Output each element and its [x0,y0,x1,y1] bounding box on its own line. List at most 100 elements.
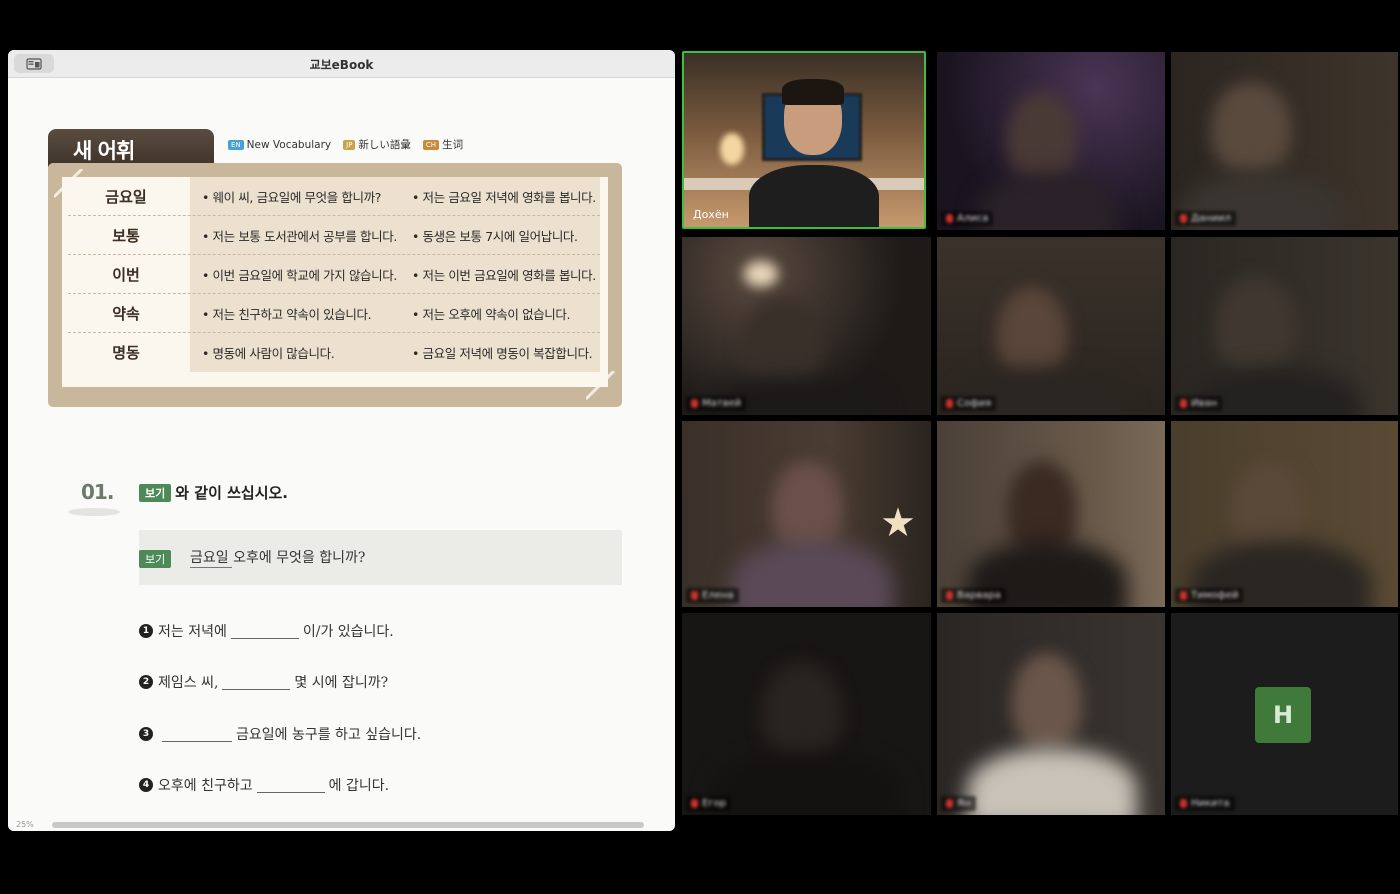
vocab-table: 금요일 • 웨이 씨, 금요일에 무엇을 합니까? • 저는 금요일 저녁에 영… [62,177,608,387]
legend-ch: CH 生词 [422,137,464,152]
video-tile[interactable]: София [937,237,1165,415]
question-2: 2 제임스 씨, 몇 시에 잡니까? [139,672,388,692]
question-text-after: 몇 시에 잡니까? [294,675,389,691]
mic-muted-icon [1180,591,1187,600]
answer-blank[interactable] [256,777,325,793]
mic-muted-icon [946,591,953,600]
participant-avatar: H [1255,687,1311,743]
participant-name: София [941,396,997,411]
participant-name: Даниил [1175,211,1236,226]
vocab-example: • 금요일 저녁에 명동이 복잡합니다. [412,346,593,361]
vocab-row: 보통 • 저는 보통 도서관에서 공부를 합니다. • 동생은 보통 7시에 일… [62,216,608,255]
mic-muted-icon [946,214,953,223]
video-tile[interactable]: Тимофей [1171,421,1398,607]
video-tile[interactable]: Матвей [682,237,931,415]
vocab-example: • 동생은 보통 7시에 일어납니다. [412,229,578,244]
mic-muted-icon [1180,399,1187,408]
vocab-example: • 저는 오후에 약속이 없습니다. [412,307,571,322]
exercise-number-shadow [68,508,120,516]
exercise-instruction: 보기 와 같이 쓰십시오. [139,482,288,503]
example-badge: 보기 [139,550,172,568]
mic-muted-icon [691,799,698,808]
mic-muted-icon [1180,799,1187,808]
participant-name: Ян [941,796,976,811]
question-3: 3 금요일에 농구를 하고 싶습니다. [139,724,421,744]
legend-en: EN New Vocabulary [228,139,331,151]
legend-en-label: New Vocabulary [246,138,332,151]
question-number: 4 [139,778,153,792]
mic-muted-icon [691,591,698,600]
mic-muted-icon [946,799,953,808]
example-badge: 보기 [139,483,172,502]
participant-name: Алиса [941,211,994,226]
question-number: 2 [139,675,153,689]
ebook-titlebar: 교보eBook [8,50,675,78]
vocab-table-frame: 금요일 • 웨이 씨, 금요일에 무엇을 합니까? • 저는 금요일 저녁에 영… [48,163,622,407]
vocab-header-label: 새 어휘 [73,139,135,163]
video-tile[interactable]: H Никита [1171,613,1398,815]
question-text-before: 오후에 친구하고 [158,778,253,794]
instruction-text: 와 같이 쓰십시오. [175,484,288,502]
vocab-example: • 웨이 씨, 금요일에 무엇을 합니까? [202,190,381,205]
answer-blank[interactable] [230,623,299,639]
vocab-example: • 저는 친구하고 약속이 있습니다. [202,307,372,322]
question-text-after: 금요일에 농구를 하고 싶습니다. [236,727,422,743]
question-1: 1 저는 저녁에 이/가 있습니다. [139,621,394,641]
mic-muted-icon [691,399,698,408]
example-box: 보기 금요일 오후에 무엇을 합니까? [139,530,622,585]
language-legend: EN New Vocabulary JP 新しい語彙 CH 生词 [228,137,469,152]
exercise-number: 01. [81,480,114,504]
participant-name: Варвара [941,588,1006,603]
video-tile[interactable]: Алиса [937,52,1165,230]
ebook-page: 새 어휘 EN New Vocabulary JP 新しい語彙 CH 生词 금요… [8,78,675,831]
question-number: 1 [139,624,153,638]
question-number: 3 [139,727,153,741]
video-tile-host[interactable]: Дохён [682,51,926,229]
legend-ch-label: 生词 [442,139,464,151]
ebook-window: 교보eBook 새 어휘 EN New Vocabulary JP 新しい語彙 … [8,50,675,831]
video-tile[interactable]: Даниил [1171,52,1398,230]
participant-name: Дохён [693,208,729,221]
vocab-row: 이번 • 이번 금요일에 학교에 가지 않습니다. • 저는 이번 금요일에 영… [62,255,608,294]
example-underline [190,567,232,568]
video-tile[interactable]: Иван [1171,237,1398,415]
video-tile[interactable]: Елена [682,421,931,607]
participant-name: Тимофей [1175,588,1244,603]
participant-name: Егор [686,796,732,811]
vocab-word: 이번 [112,266,140,284]
vocab-word: 금요일 [105,188,147,206]
vocab-row: 금요일 • 웨이 씨, 금요일에 무엇을 합니까? • 저는 금요일 저녁에 영… [62,177,608,216]
video-tile[interactable]: Егор [682,613,931,815]
legend-ch-badge: CH [422,139,440,150]
video-tile[interactable]: Варвара [937,421,1165,607]
vocab-example: • 저는 이번 금요일에 영화를 봅니다. [412,268,596,283]
participant-name: Матвей [686,396,747,411]
zoom-level: 25% [16,820,34,829]
vocab-header-tab: 새 어휘 [48,129,214,167]
vocab-row: 명동 • 명동에 사람이 많습니다. • 금요일 저녁에 명동이 복잡합니다. [62,333,608,372]
question-4: 4 오후에 친구하고 에 갑니다. [139,775,389,795]
vocab-row: 약속 • 저는 친구하고 약속이 있습니다. • 저는 오후에 약속이 없습니다… [62,294,608,333]
mic-muted-icon [946,399,953,408]
question-text-before: 저는 저녁에 [158,624,227,640]
participant-name: Никита [1175,796,1235,811]
mic-muted-icon [1180,214,1187,223]
legend-jp-badge: JP [343,139,356,150]
question-text-before: 제임스 씨, [158,675,219,691]
participant-name: Елена [686,588,739,603]
video-tile[interactable]: Ян [937,613,1165,815]
legend-jp: JP 新しい語彙 [343,137,411,152]
vocab-example: • 저는 금요일 저녁에 영화를 봅니다. [412,190,596,205]
vocab-example: • 저는 보통 도서관에서 공부를 합니다. [202,229,397,244]
vocab-word: 명동 [112,344,140,362]
legend-jp-label: 新しい語彙 [358,139,411,151]
legend-en-badge: EN [228,139,244,150]
vocab-word: 보통 [112,227,140,245]
vocab-example: • 이번 금요일에 학교에 가지 않습니다. [202,268,397,283]
horizontal-scrollbar[interactable] [52,822,644,828]
example-sentence: 금요일 오후에 무엇을 합니까? [190,550,366,566]
question-text-after: 이/가 있습니다. [302,624,394,640]
participant-name: Иван [1175,396,1223,411]
answer-blank[interactable] [222,674,291,690]
answer-blank[interactable] [162,726,232,742]
